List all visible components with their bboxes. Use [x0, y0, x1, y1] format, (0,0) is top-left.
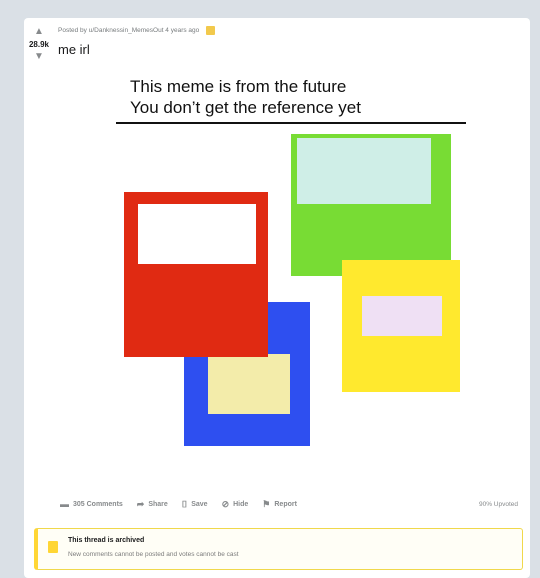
comments-label: 305 Comments	[73, 501, 123, 508]
upvote-ratio: 90% Upvoted	[478, 501, 518, 508]
red-square-inner	[138, 204, 256, 264]
share-icon: ➦	[136, 499, 145, 509]
bookmark-icon: ⌷	[181, 499, 188, 509]
caption-divider	[116, 122, 466, 124]
page-edge	[530, 0, 540, 562]
post-actions: ▬ 305 Comments ➦ Share ⌷ Save ⊘ Hide ⚑ R…	[60, 500, 297, 509]
comments-button[interactable]: ▬ 305 Comments	[60, 500, 123, 509]
yellow-square-inner	[362, 296, 442, 336]
vote-score: 28.9k	[28, 40, 50, 49]
hide-button[interactable]: ⊘ Hide	[222, 500, 249, 509]
archived-notice: This thread is archived New comments can…	[34, 528, 523, 570]
red-square	[124, 192, 268, 357]
save-label: Save	[191, 501, 208, 508]
archived-title: This thread is archived	[68, 537, 145, 544]
share-button[interactable]: ➦ Share	[137, 500, 168, 509]
award-icon	[206, 26, 216, 35]
meme-caption-line-2: You don’t get the reference yet	[130, 98, 361, 117]
report-button[interactable]: ⚑ Report	[262, 500, 297, 509]
meme-image[interactable]: This meme is from the future You don’t g…	[24, 62, 530, 482]
post-title[interactable]: me irl	[58, 42, 90, 57]
hide-label: Hide	[233, 501, 249, 508]
upvote-icon[interactable]: ▲	[34, 26, 44, 38]
post-meta-text: Posted by u/Danknessin_MemesOut 4 years …	[58, 27, 200, 34]
meme-caption-line-1: This meme is from the future	[130, 77, 347, 96]
meme-caption: This meme is from the future You don’t g…	[130, 76, 361, 118]
post-card: ▲ 28.9k ▼ Posted by u/Danknessin_MemesOu…	[24, 18, 530, 578]
archived-subtitle: New comments cannot be posted and votes …	[68, 551, 239, 558]
green-square	[291, 134, 451, 276]
share-label: Share	[148, 501, 168, 508]
hide-icon: ⊘	[221, 499, 230, 509]
vote-column: ▲ 28.9k ▼	[24, 26, 54, 63]
post-meta: Posted by u/Danknessin_MemesOut 4 years …	[58, 26, 216, 35]
flag-icon: ⚑	[262, 499, 271, 509]
green-square-inner	[297, 138, 431, 204]
blue-square-inner	[208, 354, 290, 414]
comment-icon: ▬	[60, 499, 69, 509]
report-label: Report	[274, 501, 297, 508]
save-button[interactable]: ⌷ Save	[182, 500, 208, 509]
yellow-square	[342, 260, 460, 392]
archive-icon	[48, 541, 58, 553]
